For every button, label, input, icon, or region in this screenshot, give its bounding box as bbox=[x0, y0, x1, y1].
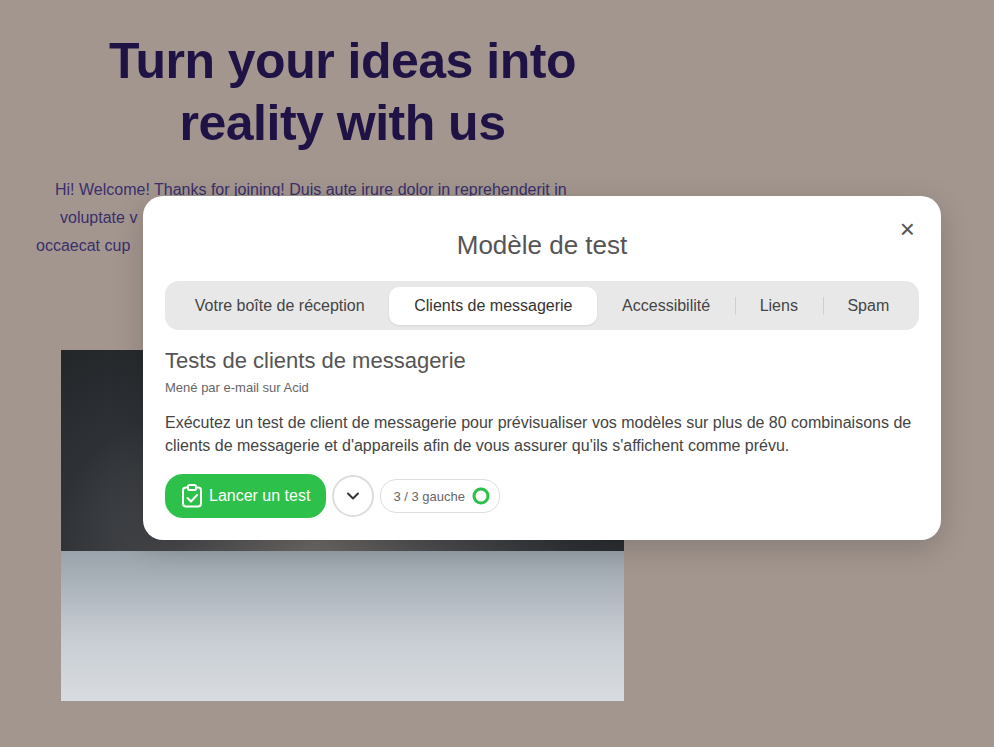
action-row: Lancer un test 3 / 3 gauche bbox=[165, 474, 919, 518]
tab[interactable]: Clients de messagerie bbox=[389, 287, 597, 325]
dialog-header: Modèle de test × bbox=[165, 218, 919, 265]
run-test-button[interactable]: Lancer un test bbox=[165, 474, 326, 518]
section-subtitle: Mené par e-mail sur Acid bbox=[165, 380, 919, 395]
quota-ring bbox=[471, 486, 491, 506]
run-test-label: Lancer un test bbox=[209, 487, 310, 505]
tab-bar: Votre boîte de réceptionClients de messa… bbox=[165, 281, 919, 330]
heading-line: reality with us bbox=[0, 92, 685, 154]
close-button[interactable]: × bbox=[900, 216, 915, 242]
clipboard-check-icon bbox=[181, 484, 203, 508]
section-title: Tests de clients de messagerie bbox=[165, 348, 919, 374]
remaining-tests-badge: 3 / 3 gauche bbox=[380, 479, 500, 513]
snow-ground bbox=[61, 551, 624, 701]
tab[interactable]: Votre boîte de réception bbox=[170, 287, 389, 325]
remaining-tests-text: 3 / 3 gauche bbox=[393, 489, 465, 504]
section-description: Exécutez un test de client de messagerie… bbox=[165, 411, 919, 457]
dialog-title: Modèle de test bbox=[457, 218, 628, 265]
test-template-dialog: Modèle de test × Votre boîte de réceptionC… bbox=[143, 196, 941, 540]
tab[interactable]: Liens bbox=[735, 287, 823, 325]
hero-heading: Turn your ideas intoreality with us bbox=[0, 30, 685, 154]
tab[interactable]: Accessibilité bbox=[597, 287, 735, 325]
tab[interactable]: Spam bbox=[823, 287, 914, 325]
chevron-down-icon bbox=[346, 491, 360, 501]
heading-line: Turn your ideas into bbox=[0, 30, 685, 92]
more-options-button[interactable] bbox=[332, 475, 374, 517]
